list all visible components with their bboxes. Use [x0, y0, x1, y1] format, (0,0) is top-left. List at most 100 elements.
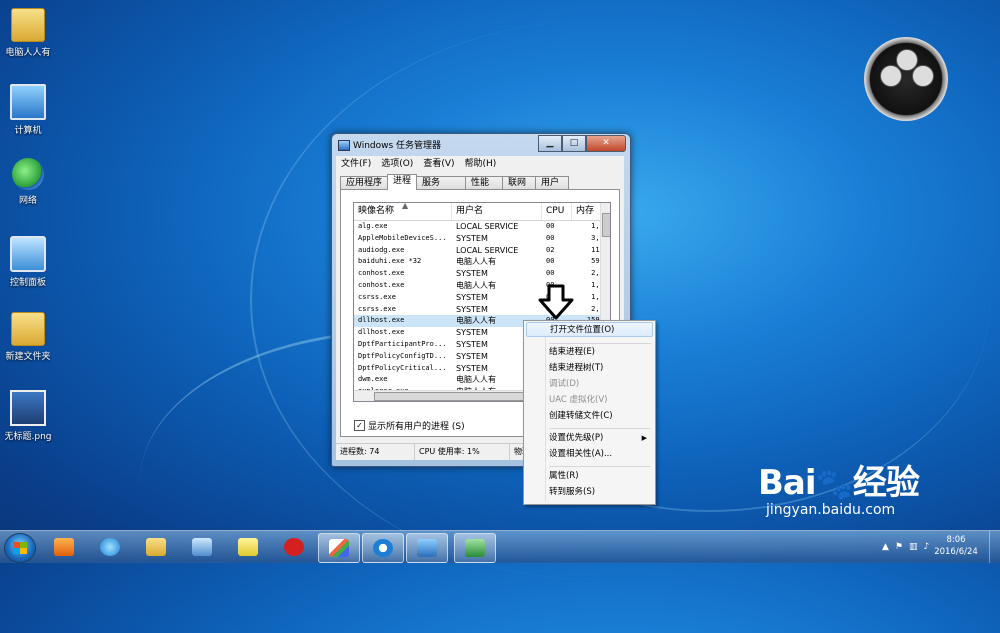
clock-subdial	[896, 49, 918, 71]
menu-item-set-affinity[interactable]: 设置相关性(A)...	[526, 447, 653, 462]
tray-expand-icon[interactable]: ▲	[882, 542, 889, 552]
close-button[interactable]: ✕	[586, 135, 626, 152]
image-file-icon	[10, 390, 46, 426]
table-row[interactable]: conhost.exeSYSTEM002,96	[354, 268, 610, 280]
tab-applications[interactable]: 应用程序	[340, 176, 389, 190]
taskbar: ▲ ⚑ ▥ ♪ 8:06 2016/6/24	[0, 530, 1000, 563]
desktop-icon-new-folder[interactable]: 新建文件夹	[0, 312, 61, 362]
cell-image-name: audiodg.exe	[358, 245, 405, 254]
menu-file[interactable]: 文件(F)	[336, 156, 376, 172]
scroll-thumb[interactable]	[602, 213, 610, 237]
table-row[interactable]: baiduhi.exe *32电脑人人有0059,2	[354, 256, 610, 268]
tab-networking[interactable]: 联网	[502, 176, 537, 190]
submenu-arrow-icon: ▶	[641, 434, 647, 442]
folder-icon	[11, 312, 45, 346]
control-panel-icon	[10, 236, 46, 272]
task-manager-icon	[465, 539, 485, 557]
menu-item-properties[interactable]: 属性(R)	[526, 469, 653, 484]
cell-image-name: dllhost.exe	[358, 328, 405, 337]
baidu-url: jingyan.baidu.com	[766, 502, 896, 518]
desktop-icon-network[interactable]: 网络	[0, 158, 61, 206]
taskbar-clock[interactable]: 8:06 2016/6/24	[928, 534, 984, 558]
menu-help[interactable]: 帮助(H)	[460, 156, 502, 172]
maximize-button[interactable]: □	[562, 135, 586, 152]
clock-subdial	[912, 65, 934, 87]
menu-item-end-process[interactable]: 结束进程(E)	[526, 345, 653, 360]
menu-item-end-process-tree[interactable]: 结束进程树(T)	[526, 361, 653, 376]
desktop-icon-control-panel[interactable]: 控制面板	[0, 236, 61, 288]
context-menu: 打开文件位置(O) 结束进程(E) 结束进程树(T) 调试(D) UAC 虚拟化…	[523, 320, 656, 505]
scroll-thumb[interactable]	[374, 392, 536, 401]
status-cpu-usage: CPU 使用率: 1%	[415, 444, 510, 460]
down-arrow-icon	[538, 284, 574, 320]
menu-item-create-dump[interactable]: 创建转储文件(C)	[526, 409, 653, 424]
table-row[interactable]: audiodg.exeLOCAL SERVICE0211,7	[354, 245, 610, 257]
cell-user: SYSTEM	[456, 304, 488, 314]
menu-options[interactable]: 选项(O)	[376, 156, 418, 172]
paw-icon: 🐾	[815, 467, 853, 502]
cell-user: LOCAL SERVICE	[456, 222, 519, 231]
cell-image-name: alg.exe	[358, 222, 388, 230]
taskbar-paint[interactable]	[318, 533, 360, 563]
computer-icon	[10, 84, 46, 120]
desktop-icon-label: 计算机	[14, 126, 42, 136]
desktop-icon-computer[interactable]: 计算机	[0, 84, 61, 136]
column-header-user[interactable]: 用户名	[452, 203, 542, 220]
cell-user: LOCAL SERVICE	[456, 245, 519, 255]
taskbar-image-viewer[interactable]	[406, 533, 448, 563]
clock-subdial	[880, 65, 902, 87]
start-button[interactable]	[4, 533, 36, 563]
menu-view[interactable]: 查看(V)	[418, 156, 459, 172]
menu-item-set-priority[interactable]: 设置优先级(P) ▶	[526, 431, 653, 446]
taskbar-internet-explorer[interactable]	[90, 533, 130, 561]
cell-image-name: dllhost.exe	[358, 316, 405, 325]
table-row[interactable]: alg.exeLOCAL SERVICE001,40	[354, 221, 610, 233]
cell-image-name: DptfPolicyConfigTD...	[358, 351, 447, 360]
desktop-icon-label: 网络	[18, 196, 37, 206]
cell-cpu: 00	[546, 222, 555, 230]
action-center-icon[interactable]: ⚑	[895, 542, 903, 552]
sogou-icon	[373, 539, 393, 557]
tab-users[interactable]: 用户	[535, 176, 570, 190]
cell-cpu: 00	[546, 233, 555, 242]
taskbar-chess-app[interactable]	[274, 533, 314, 561]
cell-user: SYSTEM	[456, 269, 488, 279]
taskbar-sogou[interactable]	[362, 533, 404, 563]
tab-processes[interactable]: 进程	[387, 174, 418, 190]
tab-services[interactable]: 服务	[416, 176, 467, 190]
cell-user: 电脑人人有	[456, 257, 496, 267]
table-row[interactable]: AppleMobileDeviceS...SYSTEM003,10	[354, 233, 610, 245]
show-all-users-row[interactable]: ✓ 显示所有用户的进程 (S)	[354, 419, 465, 432]
taskbar-media-player[interactable]	[44, 533, 84, 561]
clock-date: 2016/6/24	[934, 547, 978, 557]
menu-separator	[549, 428, 651, 429]
menu-separator	[549, 343, 651, 344]
window-controls: ▁ □ ✕	[538, 135, 626, 152]
desktop-icon-image-file[interactable]: 无标题.png	[0, 390, 61, 442]
status-process-count: 进程数: 74	[336, 444, 415, 460]
clock-gadget[interactable]	[864, 37, 948, 121]
column-header-cpu[interactable]: CPU	[542, 203, 572, 220]
taskbar-sticky-notes[interactable]	[228, 533, 268, 561]
desktop-icon-user-folder[interactable]: 电脑人人有	[0, 8, 61, 58]
taskbar-explorer[interactable]	[136, 533, 176, 561]
minimize-button[interactable]: ▁	[538, 135, 562, 152]
windows-logo-icon-lower	[13, 548, 27, 554]
show-desktop-button[interactable]	[989, 531, 1000, 563]
folder-icon	[11, 8, 45, 42]
cell-image-name: AppleMobileDeviceS...	[358, 233, 447, 242]
taskbar-task-manager[interactable]	[454, 533, 496, 563]
cell-image-name: csrss.exe	[358, 292, 396, 301]
taskbar-remote-desktop[interactable]	[182, 533, 222, 561]
menu-item-go-to-service[interactable]: 转到服务(S)	[526, 485, 653, 500]
baidu-watermark: Bai🐾经验 jingyan.baidu.com	[758, 455, 920, 518]
cell-image-name: DptfParticipantPro...	[358, 339, 447, 348]
network-tray-icon[interactable]: ▥	[909, 542, 918, 552]
menu-item-open-file-location[interactable]: 打开文件位置(O)	[526, 322, 653, 337]
window-title: Windows 任务管理器	[338, 138, 441, 154]
tab-performance[interactable]: 性能	[465, 176, 504, 190]
menu-item-debug: 调试(D)	[549, 379, 580, 389]
cell-image-name: conhost.exe	[358, 269, 405, 278]
show-all-users-checkbox[interactable]: ✓	[354, 420, 365, 431]
menu-item-uac-virtualization: UAC 虚拟化(V)	[549, 395, 608, 405]
